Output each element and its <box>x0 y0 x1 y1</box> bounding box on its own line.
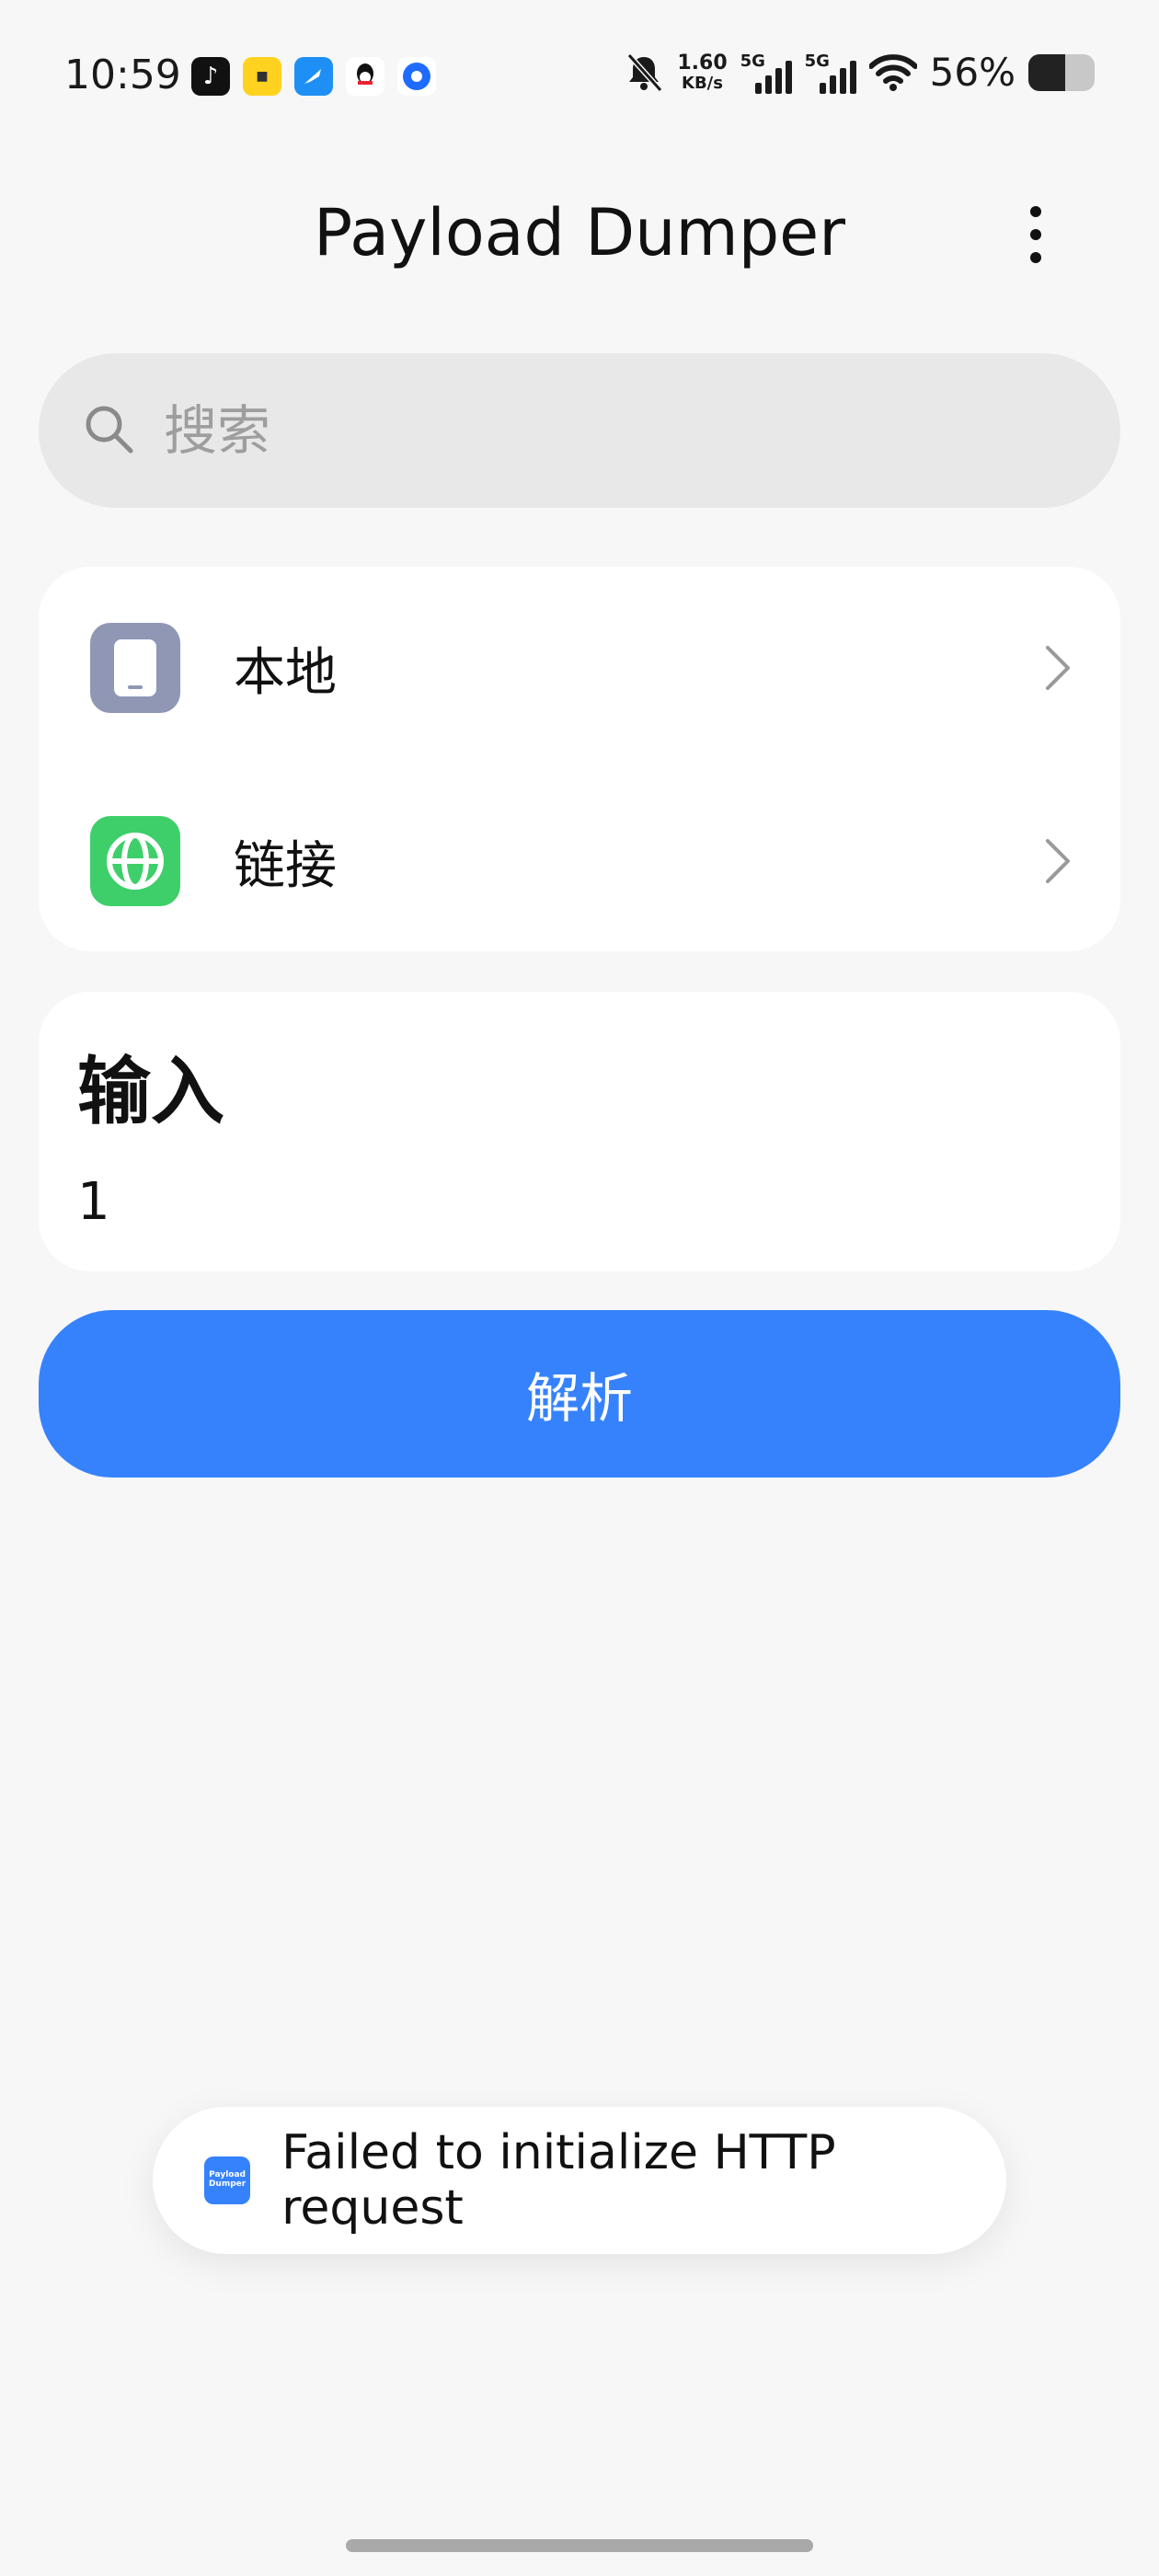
app-icon: Payload Dumper <box>204 2156 251 2204</box>
input-field[interactable]: 1 <box>77 1172 110 1232</box>
more-menu-icon[interactable] <box>1017 202 1054 267</box>
globe-icon <box>90 816 180 906</box>
chevron-right-icon <box>1039 834 1076 889</box>
signal-sim2-icon: 5G <box>805 52 856 94</box>
app-icon-text-line2: Dumper <box>208 2179 247 2189</box>
input-card[interactable]: 输入 1 <box>39 992 1120 1271</box>
search-icon <box>83 403 134 458</box>
network-speed-unit: KB/s <box>682 73 723 93</box>
system-status: 1.60 KB/s 5G 5G 56% <box>624 50 1095 95</box>
battery-fill <box>1028 53 1066 91</box>
screen: 10:59 ♪ ■ 1.60 KB/s 5G 5G 56% Payload Du… <box>0 0 1159 2576</box>
signal-sim1-icon: 5G <box>740 52 792 94</box>
search-input[interactable] <box>164 399 992 462</box>
network-speed-value: 1.60 <box>677 51 728 75</box>
battery-icon <box>1028 53 1095 91</box>
tiktok-icon: ♪ <box>191 57 230 96</box>
toast-message: Failed to initialize HTTP request <box>281 2125 836 2236</box>
network-speed: 1.60 KB/s <box>677 51 728 93</box>
list-item-label: 本地 <box>234 642 337 703</box>
source-list: 本地 链接 <box>39 567 1120 951</box>
feather-icon <box>294 57 333 96</box>
status-time: 10:59 <box>64 52 181 98</box>
parse-button[interactable]: 解析 <box>39 1310 1120 1478</box>
status-bar: 10:59 ♪ ■ 1.60 KB/s 5G 5G 56% <box>0 0 1159 156</box>
qq-icon <box>346 57 384 96</box>
phone-icon <box>90 623 180 713</box>
app-title: Payload Dumper <box>314 195 845 270</box>
bell-muted-icon <box>624 52 664 94</box>
blue-circle-icon <box>397 57 436 96</box>
notification-icons: ♪ ■ <box>191 57 436 96</box>
list-item-link[interactable]: 链接 <box>39 769 1120 953</box>
home-indicator[interactable] <box>346 2539 813 2552</box>
error-toast: Payload Dumper Failed to initialize HTTP… <box>153 2107 1006 2254</box>
list-item-label: 链接 <box>234 835 337 896</box>
search-bar[interactable] <box>39 353 1120 508</box>
wifi-icon <box>868 53 917 92</box>
chevron-right-icon <box>1039 640 1076 696</box>
list-item-local[interactable]: 本地 <box>39 576 1120 760</box>
guoguo-icon: ■ <box>243 57 281 96</box>
input-section-title: 输入 <box>77 1049 224 1134</box>
battery-percent: 56% <box>929 50 1016 95</box>
